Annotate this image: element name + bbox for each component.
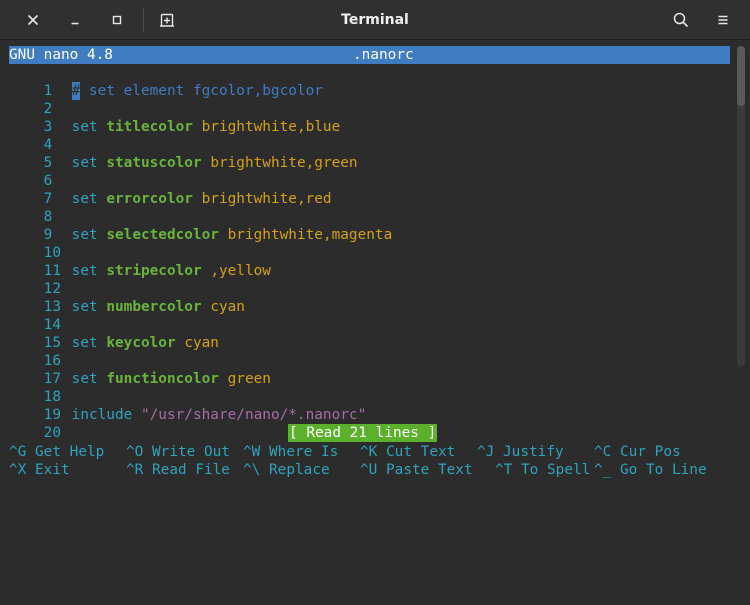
set-keyword: set (71, 155, 98, 171)
shortcut-bar: ^G Get Help ^O Write Out ^W Where Is ^K … (9, 443, 707, 479)
hamburger-menu-icon (718, 15, 728, 25)
editor-line: 13 set numbercolor cyan (9, 280, 245, 315)
set-keyword: set (71, 227, 98, 243)
set-keyword: set (71, 263, 98, 279)
editor-line: 3 set titlecolor brightwhite,blue (9, 100, 341, 135)
shortcut-read-file[interactable]: ^R Read File (126, 461, 230, 479)
option-value: brightwhite,blue (201, 119, 341, 135)
close-icon (27, 14, 39, 26)
set-keyword: set (71, 371, 98, 387)
editor-line: 11 set stripecolor ,yellow (9, 244, 271, 279)
set-keyword: set (71, 191, 98, 207)
option-name: functioncolor (106, 371, 219, 387)
nano-version: GNU nano 4.8 (9, 47, 113, 63)
status-message: [ Read 21 lines ] (288, 424, 438, 442)
editor-line: 12 (9, 262, 72, 297)
terminal-area[interactable]: GNU nano 4.8 .nanorc 1 # set element fgco… (0, 41, 750, 479)
editor-line: 1 # set element fgcolor,bgcolor (9, 64, 323, 100)
editor-line: 10 (9, 226, 72, 261)
editor-line: 5 set statuscolor brightwhite,green (9, 136, 358, 171)
set-keyword: set (71, 335, 98, 351)
nano-filename: .nanorc (353, 47, 414, 63)
new-tab-button[interactable] (152, 5, 182, 35)
search-icon (673, 12, 689, 28)
shortcut-to-spell[interactable]: ^T To Spell (495, 461, 590, 479)
shortcut-paste-text[interactable]: ^U Paste Text (360, 461, 473, 479)
minimize-icon (71, 22, 79, 25)
menu-button[interactable] (708, 5, 738, 35)
maximize-button[interactable] (102, 5, 132, 35)
include-keyword: include (71, 407, 133, 423)
line-number: 20 (43, 425, 61, 441)
option-value: green (227, 371, 271, 387)
shortcut-cut-text[interactable]: ^K Cut Text (360, 443, 455, 461)
maximize-icon (112, 15, 122, 25)
comment-text: set element fgcolor,bgcolor (80, 83, 323, 99)
search-button[interactable] (666, 5, 696, 35)
shortcut-cur-pos[interactable]: ^C Cur Pos (594, 443, 681, 461)
shortcut-justify[interactable]: ^J Justify (477, 443, 564, 461)
nano-title-bar: GNU nano 4.8 .nanorc (9, 46, 730, 64)
include-path-string: "/usr/share/nano/*.nanorc" (140, 407, 367, 423)
option-name: stripecolor (106, 263, 202, 279)
titlebar-separator (143, 8, 144, 32)
new-tab-icon (160, 13, 174, 27)
shortcut-row: ^X Exit ^R Read File ^\ Replace ^U Paste… (9, 461, 707, 479)
editor-line: 2 (9, 82, 72, 117)
option-name: errorcolor (106, 191, 193, 207)
set-keyword: set (71, 119, 98, 135)
option-value: brightwhite,red (201, 191, 332, 207)
option-name: keycolor (106, 335, 176, 351)
editor-line: 15 set keycolor cyan (9, 316, 219, 351)
editor-line: 16 (9, 334, 72, 369)
editor-line: 17 set functioncolor green (9, 352, 271, 387)
close-button[interactable] (18, 5, 48, 35)
option-name: titlecolor (106, 119, 193, 135)
editor-line: 18 (9, 370, 72, 405)
shortcut-row: ^G Get Help ^O Write Out ^W Where Is ^K … (9, 443, 681, 461)
shortcut-exit[interactable]: ^X Exit (9, 461, 70, 479)
shortcut-get-help[interactable]: ^G Get Help (9, 443, 104, 461)
editor-line: 8 (9, 190, 72, 225)
option-value: brightwhite,green (210, 155, 358, 171)
option-value: cyan (184, 335, 219, 351)
editor-line: 20 (9, 406, 72, 441)
editor-line: 14 (9, 298, 72, 333)
window-titlebar: Terminal (0, 0, 750, 40)
option-value: cyan (210, 299, 245, 315)
scrollbar-thumb[interactable] (737, 46, 745, 106)
option-name: numbercolor (106, 299, 202, 315)
shortcut-write-out[interactable]: ^O Write Out (126, 443, 230, 461)
set-keyword: set (71, 299, 98, 315)
shortcut-go-to-line[interactable]: ^_ Go To Line (594, 461, 707, 479)
editor-line: 7 set errorcolor brightwhite,red (9, 172, 332, 207)
editor-line: 6 (9, 154, 72, 189)
editor-line: 9 set selectedcolor brightwhite,magenta (9, 208, 393, 243)
editor-line: 19 include "/usr/share/nano/*.nanorc" (9, 388, 367, 423)
editor-line: 4 (9, 118, 72, 153)
option-value: ,yellow (210, 263, 271, 279)
shortcut-replace[interactable]: ^\ Replace (243, 461, 330, 479)
option-name: selectedcolor (106, 227, 219, 243)
option-value: brightwhite,magenta (227, 227, 393, 243)
shortcut-where-is[interactable]: ^W Where Is (243, 443, 338, 461)
minimize-button[interactable] (60, 5, 90, 35)
option-name: statuscolor (106, 155, 202, 171)
